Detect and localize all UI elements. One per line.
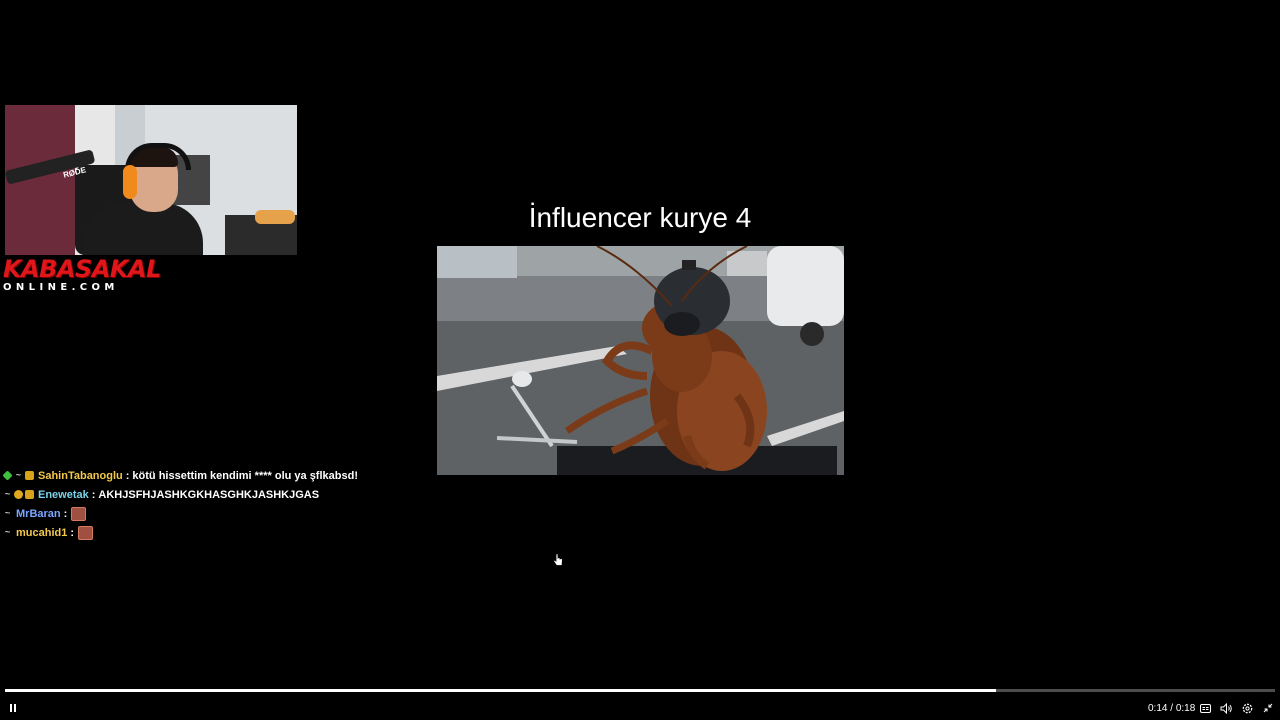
exit-fullscreen-button[interactable]: [1260, 698, 1276, 718]
chat-text: kötü hissettim kendimi **** olu ya şflka…: [132, 469, 358, 482]
chat-separator: :: [91, 488, 96, 501]
webcam-overlay: RØDE: [5, 105, 297, 255]
wave-badge-icon: ~: [4, 527, 11, 537]
hand-cursor-icon: [552, 553, 564, 572]
chat-text: AKHJSFHJASHKGKHASGHKJASHKJGAS: [98, 488, 320, 501]
exit-fullscreen-icon: [1263, 703, 1273, 713]
logo-main-text: KABASAKAL: [3, 255, 161, 283]
progress-played: [5, 689, 996, 692]
video-title: İnfluencer kurye 4: [528, 202, 752, 233]
alert-badge-icon: [14, 490, 23, 499]
volume-icon: [1220, 702, 1232, 714]
chat-message: ~ SahinTabanoglu : kötü hissettim kendim…: [2, 466, 443, 485]
chat-username: mucahid1: [16, 526, 68, 539]
wave-badge-icon: ~: [4, 489, 11, 499]
chat-separator: :: [125, 469, 130, 482]
video-player[interactable]: RØDE KABASAKAL ONLINE.COM İnfluencer kur…: [0, 0, 1280, 720]
emote-icon: [71, 506, 87, 521]
green-badge-icon: [2, 470, 13, 481]
crown-badge-icon: [25, 471, 34, 480]
chat-username: Enewetak: [38, 488, 89, 501]
chat-username: SahinTabanoglu: [38, 469, 123, 482]
current-time: 0:14: [1148, 702, 1168, 714]
chat-message: ~ Enewetak : AKHJSFHJASHKGKHASGHKJASHKJG…: [3, 485, 443, 504]
channel-logo: KABASAKAL ONLINE.COM: [3, 255, 161, 293]
logo-sub-text: ONLINE.COM: [3, 282, 119, 293]
volume-button[interactable]: [1218, 698, 1234, 718]
chat-separator: :: [70, 526, 75, 539]
duration: 0:18: [1175, 702, 1196, 714]
emote-icon: [78, 525, 94, 540]
chat-message: ~ MrBaran :: [3, 504, 443, 523]
wave-badge-icon: ~: [4, 508, 11, 518]
captions-icon: [1199, 703, 1211, 713]
video-frame: [437, 246, 844, 475]
captions-button[interactable]: [1197, 698, 1213, 718]
pause-icon: [9, 704, 17, 712]
settings-icon: [1242, 703, 1252, 713]
wave-badge-icon: ~: [15, 470, 22, 480]
pause-button[interactable]: [6, 698, 20, 718]
chat-separator: :: [63, 507, 68, 520]
player-controls: 0:14 / 0:18: [0, 698, 1280, 718]
time-display: 0:14 / 0:18: [1148, 698, 1195, 718]
chat-username: MrBaran: [16, 507, 61, 520]
progress-bar[interactable]: [5, 689, 1275, 692]
crown-badge-icon: [25, 490, 34, 499]
chat-message: ~ mucahid1 :: [3, 523, 443, 542]
settings-button[interactable]: [1239, 698, 1255, 718]
chat-overlay: ~ SahinTabanoglu : kötü hissettim kendim…: [2, 466, 443, 542]
cockroach-rider-image: [437, 246, 844, 475]
